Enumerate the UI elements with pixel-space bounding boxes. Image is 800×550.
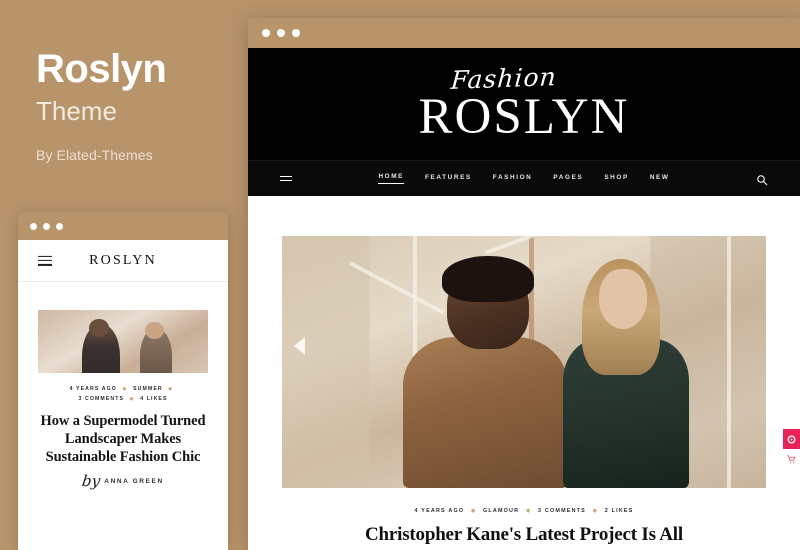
mobile-post-title[interactable]: How a Supermodel Turned Landscaper Makes… <box>40 412 206 467</box>
desktop-viewport: Fashion ROSLYN HOME FEATURES FASHION PAG… <box>248 48 800 550</box>
nav-item-new[interactable]: NEW <box>650 174 670 184</box>
meta-likes[interactable]: 2 LIKES <box>605 508 634 514</box>
meta-separator-icon: ◆ <box>168 386 174 392</box>
hamburger-icon[interactable] <box>38 252 52 268</box>
page-title: Roslyn <box>36 47 167 91</box>
promo-author: By Elated-Themes <box>36 147 153 163</box>
nav-item-home[interactable]: HOME <box>378 173 405 184</box>
window-dot-minimize-icon[interactable] <box>43 222 50 230</box>
desktop-titlebar <box>248 18 800 48</box>
prev-arrow-icon[interactable] <box>294 336 305 355</box>
window-dot-maximize-icon[interactable] <box>56 222 63 230</box>
mobile-titlebar <box>18 212 228 240</box>
promo-subtitle: Theme <box>36 96 117 126</box>
meta-comments: 3 COMMENTS <box>538 508 586 514</box>
cart-button[interactable] <box>783 449 800 469</box>
meta-time: 4 YEARS AGO <box>69 386 117 392</box>
site-logo-bar: Fashion ROSLYN <box>248 48 800 160</box>
window-dot-minimize-icon[interactable] <box>277 29 285 37</box>
meta-time: 4 YEARS AGO <box>414 508 465 514</box>
meta-category[interactable]: SUMMER <box>133 386 163 392</box>
site-logo[interactable]: Fashion ROSLYN <box>418 61 630 145</box>
nav-item-features[interactable]: FEATURES <box>425 174 472 184</box>
hamburger-icon[interactable] <box>280 173 292 185</box>
nav-item-fashion[interactable]: FASHION <box>493 174 533 184</box>
meta-separator-icon: ◆ <box>129 395 135 402</box>
shopping-cart-icon <box>787 454 796 463</box>
mobile-featured-post: 4 YEARS AGO ◆ SUMMER ◆ 3 COMMENTS ◆ 4 LI… <box>18 310 228 499</box>
window-dot-close-icon[interactable] <box>30 222 37 230</box>
mobile-post-card: 4 YEARS AGO ◆ SUMMER ◆ 3 COMMENTS ◆ 4 LI… <box>32 373 214 499</box>
hero-slider[interactable] <box>282 236 766 488</box>
pinterest-icon <box>787 434 796 444</box>
pinterest-save-button[interactable] <box>783 429 800 449</box>
hero-post-title[interactable]: Christopher Kane's Latest Project Is All… <box>350 523 698 550</box>
nav-item-pages[interactable]: PAGES <box>553 174 583 184</box>
meta-separator-icon: ◆ <box>525 508 532 514</box>
mobile-site-header: ROSLYN <box>18 240 228 282</box>
logo-script-text: Fashion <box>449 61 558 95</box>
meta-likes[interactable]: 4 LIKES <box>140 396 167 402</box>
mobile-viewport: ROSLYN 4 YEARS AGO ◆ SUMMER ◆ 3 COMMENTS… <box>18 240 228 550</box>
meta-comments: 3 COMMENTS <box>78 395 125 402</box>
hero-post-card: 4 YEARS AGO ◆ GLAMOUR ◆ 3 COMMENTS ◆ 2 L… <box>330 495 718 550</box>
hero-post-meta: 4 YEARS AGO ◆ GLAMOUR ◆ 3 COMMENTS ◆ 2 L… <box>350 508 698 514</box>
mobile-post-meta: 4 YEARS AGO ◆ SUMMER ◆ 3 COMMENTS ◆ 4 LI… <box>40 385 206 405</box>
meta-separator-icon: ◆ <box>592 508 599 514</box>
mobile-preview-window: ROSLYN 4 YEARS AGO ◆ SUMMER ◆ 3 COMMENTS… <box>18 212 228 550</box>
main-navigation: HOME FEATURES FASHION PAGES SHOP NEW <box>248 160 800 196</box>
window-dot-close-icon[interactable] <box>262 29 270 37</box>
nav-item-list: HOME FEATURES FASHION PAGES SHOP NEW <box>378 173 669 184</box>
desktop-preview-window: Fashion ROSLYN HOME FEATURES FASHION PAG… <box>248 18 800 550</box>
logo-main-text: ROSLYN <box>418 88 630 145</box>
meta-category[interactable]: GLAMOUR <box>483 508 519 514</box>
search-icon[interactable] <box>756 173 768 185</box>
floating-action-buttons <box>783 429 800 469</box>
byline-prefix: by <box>81 471 102 490</box>
meta-separator-icon: ◆ <box>122 386 128 392</box>
byline-author[interactable]: ANNA GREEN <box>104 478 163 485</box>
mobile-post-byline: by ANNA GREEN <box>40 471 206 490</box>
meta-separator-icon: ◆ <box>470 508 477 514</box>
window-dot-maximize-icon[interactable] <box>292 29 300 37</box>
nav-item-shop[interactable]: SHOP <box>604 174 629 184</box>
